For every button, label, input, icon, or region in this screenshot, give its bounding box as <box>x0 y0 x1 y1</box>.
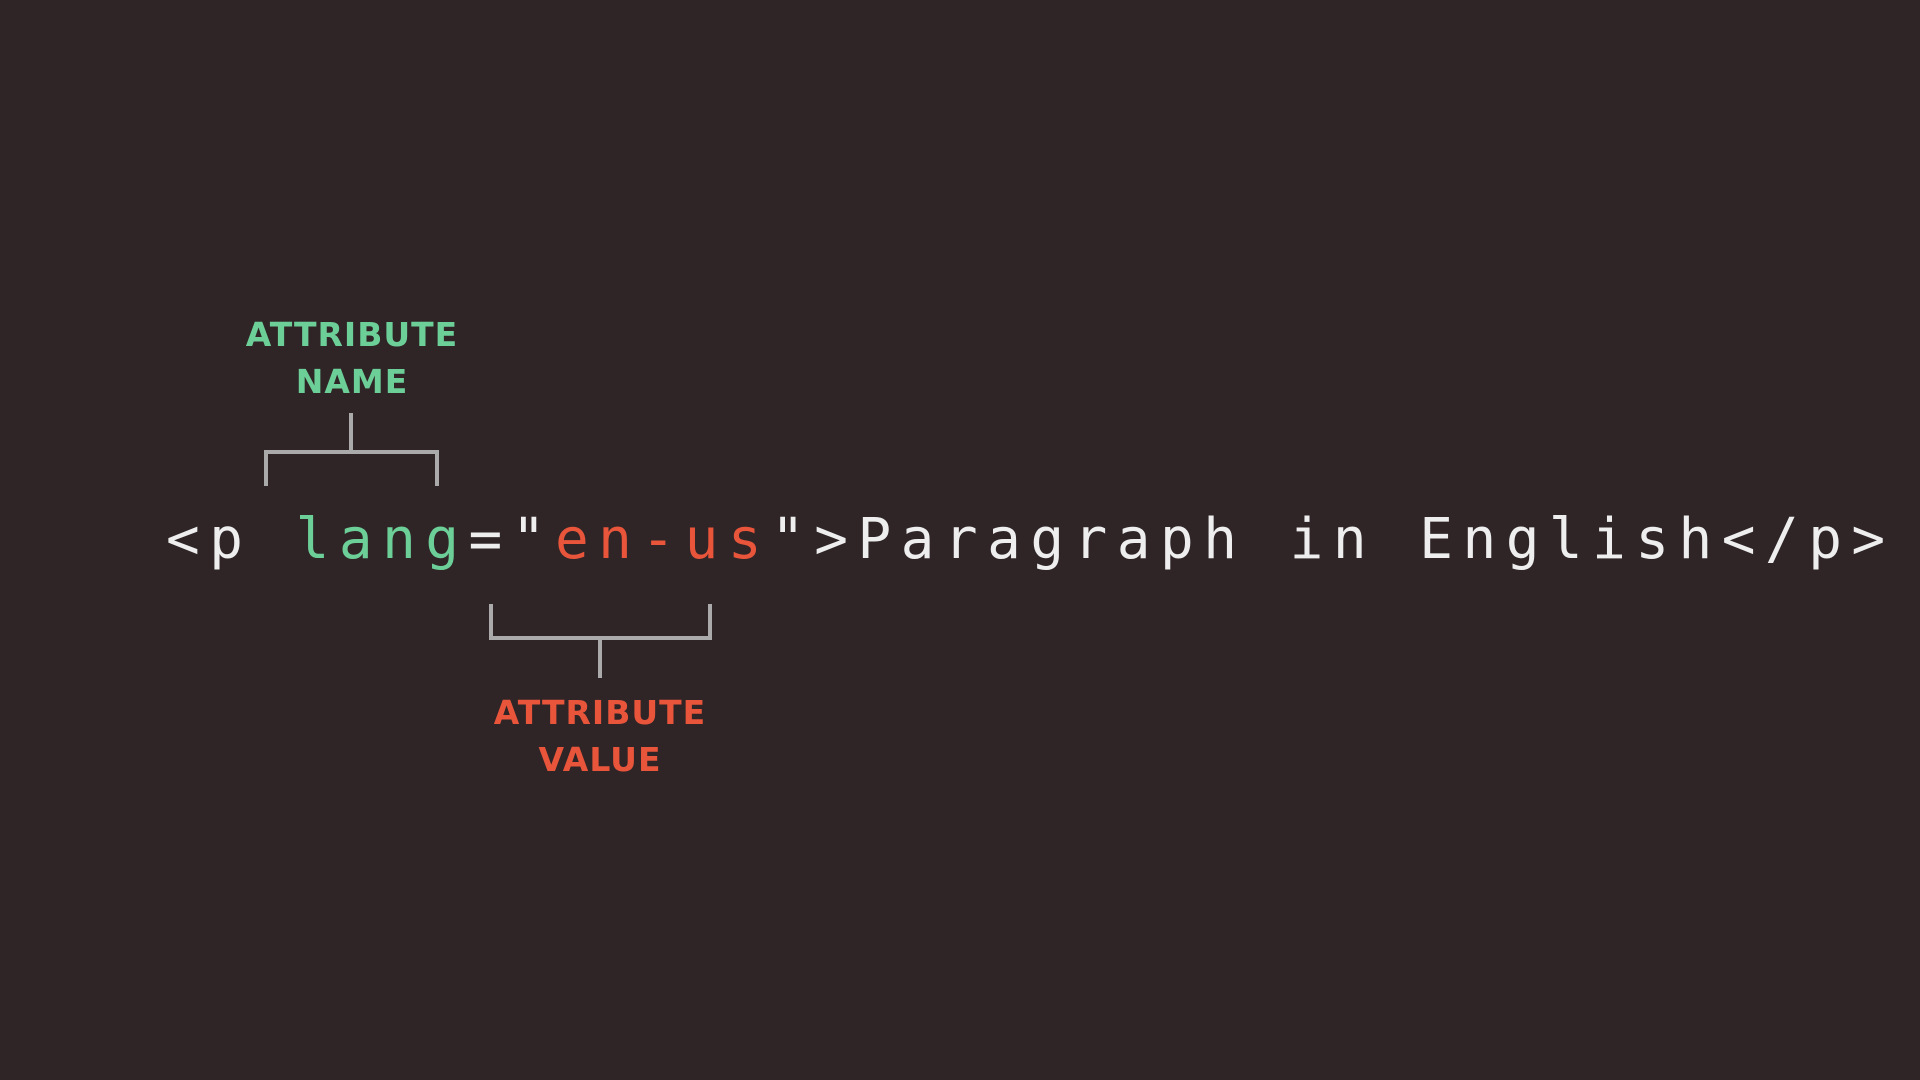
attribute-value-bracket <box>489 604 712 678</box>
code-attribute-value: en-us <box>554 507 772 572</box>
code-quote-close: "> <box>771 507 858 572</box>
code-line: <p lang="en-us">Paragraph in English</p> <box>166 505 1895 575</box>
code-open-tag-start: <p <box>166 507 296 572</box>
attribute-value-label: ATTRIBUTE VALUE <box>470 689 730 783</box>
code-equals-quote: =" <box>468 507 555 572</box>
attribute-value-label-line2: VALUE <box>538 740 662 779</box>
diagram-canvas: ATTRIBUTE NAME <p lang="en-us">Paragraph… <box>0 0 1920 1080</box>
code-attribute-name: lang <box>295 507 469 572</box>
attribute-name-bracket <box>264 413 439 486</box>
code-close-tag: </p> <box>1721 507 1895 572</box>
attribute-value-label-line1: ATTRIBUTE <box>493 693 707 732</box>
code-content: Paragraph in English <box>857 507 1722 572</box>
